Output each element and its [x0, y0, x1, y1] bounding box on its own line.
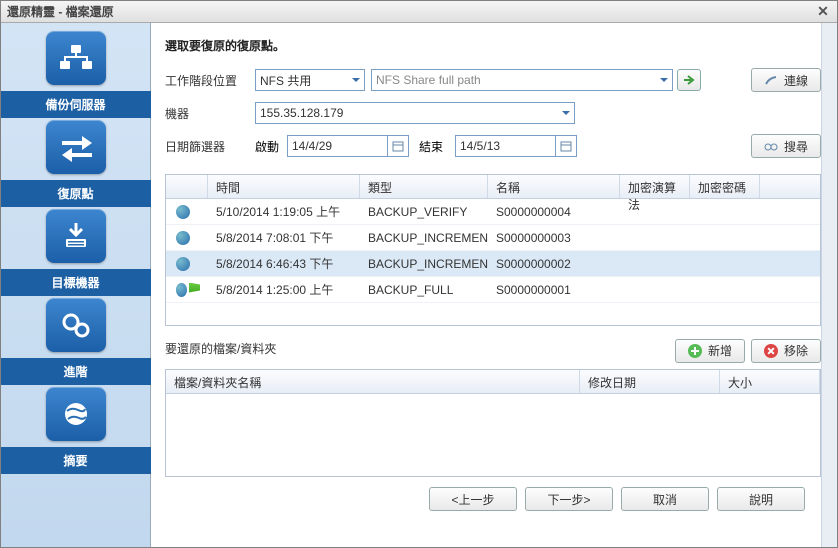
cell-type: BACKUP_VERIFY — [360, 205, 488, 219]
files-grid: 檔案/資料夾名稱 修改日期 大小 — [165, 369, 821, 477]
calendar-icon[interactable] — [387, 135, 409, 157]
globe-icon — [176, 257, 190, 271]
files-section-title: 要還原的檔案/資料夾 — [165, 340, 276, 357]
calendar-icon[interactable] — [555, 135, 577, 157]
content-area: 選取要復原的復原點。 工作階段位置 NFS 共用 NFS Share full … — [151, 23, 837, 547]
go-button[interactable] — [677, 69, 701, 91]
sidebar: 備份伺服器 復原點 目標機器 進階 — [1, 23, 151, 547]
wizard-footer: <上一步 下一步> 取消 說明 — [165, 477, 821, 523]
machine-label: 機器 — [165, 105, 255, 122]
globe-icon — [46, 387, 106, 441]
help-button[interactable]: 說明 — [717, 487, 805, 511]
cell-time: 5/8/2014 1:25:00 上午 — [208, 281, 360, 298]
stage-path-input[interactable]: NFS Share full path — [371, 69, 673, 91]
globe-icon — [176, 231, 190, 245]
binoculars-icon — [764, 140, 778, 152]
col-alg[interactable]: 加密演算法 — [620, 175, 690, 198]
end-date-input[interactable] — [455, 135, 555, 157]
table-row[interactable]: 5/8/2014 1:25:00 上午BACKUP_FULLS000000000… — [166, 277, 820, 303]
add-button[interactable]: 新增 — [675, 339, 745, 363]
stage-type-select[interactable]: NFS 共用 — [255, 69, 365, 91]
cell-name: S0000000003 — [488, 231, 620, 245]
table-row[interactable]: 5/8/2014 7:08:01 下午BACKUP_INCREMENTALS00… — [166, 225, 820, 251]
start-label: 啟動 — [255, 138, 287, 155]
arrows-icon — [46, 120, 106, 174]
cell-type: BACKUP_INCREMENTAL — [360, 231, 488, 245]
gears-icon — [46, 298, 106, 352]
col-modified[interactable]: 修改日期 — [580, 370, 720, 393]
sidebar-item-summary[interactable]: 摘要 — [11, 387, 141, 474]
date-filter-label: 日期篩選器 — [165, 138, 255, 155]
sidebar-label: 摘要 — [1, 447, 151, 474]
titlebar: 還原精靈 - 檔案還原 ✕ — [1, 1, 837, 23]
wizard-window: 還原精靈 - 檔案還原 ✕ 備份伺服器 復原點 目標機器 — [0, 0, 838, 548]
cancel-button[interactable]: 取消 — [621, 487, 709, 511]
x-icon — [764, 344, 778, 358]
page-heading: 選取要復原的復原點。 — [165, 37, 821, 54]
sidebar-label: 備份伺服器 — [1, 91, 151, 118]
cell-time: 5/10/2014 1:19:05 上午 — [208, 203, 360, 220]
flag-icon — [189, 283, 200, 293]
cell-type: BACKUP_FULL — [360, 283, 488, 297]
cell-type: BACKUP_INCREMENTAL — [360, 257, 488, 271]
cell-time: 5/8/2014 6:46:43 下午 — [208, 255, 360, 272]
arrow-right-icon — [682, 74, 696, 86]
network-icon — [46, 31, 106, 85]
col-time[interactable]: 時間 — [208, 175, 360, 198]
prev-button[interactable]: <上一步 — [429, 487, 517, 511]
start-date-input[interactable] — [287, 135, 387, 157]
globe-icon — [176, 283, 187, 297]
search-button[interactable]: 搜尋 — [751, 134, 821, 158]
connect-button[interactable]: 連線 — [751, 68, 821, 92]
remove-button[interactable]: 移除 — [751, 339, 821, 363]
machine-select[interactable]: 155.35.128.179 — [255, 102, 575, 124]
sidebar-item-advanced[interactable]: 進階 — [11, 298, 141, 385]
table-row[interactable]: 5/8/2014 6:46:43 下午BACKUP_INCREMENTALS00… — [166, 251, 820, 277]
stage-location-label: 工作階段位置 — [165, 72, 255, 89]
window-title: 還原精靈 - 檔案還原 — [7, 3, 114, 20]
sidebar-item-target-machine[interactable]: 目標機器 — [11, 209, 141, 296]
cell-name: S0000000002 — [488, 257, 620, 271]
close-icon[interactable]: ✕ — [815, 4, 831, 20]
col-pwd[interactable]: 加密密碼 — [690, 175, 760, 198]
restore-points-grid: 時間 類型 名稱 加密演算法 加密密碼 5/10/2014 1:19:05 上午… — [165, 174, 821, 326]
cell-name: S0000000004 — [488, 205, 620, 219]
vertical-scrollbar[interactable] — [821, 23, 837, 547]
grid-header: 時間 類型 名稱 加密演算法 加密密碼 — [166, 175, 820, 199]
sidebar-label: 進階 — [1, 358, 151, 385]
globe-icon — [176, 205, 190, 219]
cell-time: 5/8/2014 7:08:01 下午 — [208, 229, 360, 246]
col-name[interactable]: 名稱 — [488, 175, 620, 198]
col-type[interactable]: 類型 — [360, 175, 488, 198]
col-filename[interactable]: 檔案/資料夾名稱 — [166, 370, 580, 393]
cell-name: S0000000001 — [488, 283, 620, 297]
grid2-header: 檔案/資料夾名稱 修改日期 大小 — [166, 370, 820, 394]
download-icon — [46, 209, 106, 263]
sidebar-label: 復原點 — [1, 180, 151, 207]
end-label: 結束 — [419, 138, 455, 155]
table-row[interactable]: 5/10/2014 1:19:05 上午BACKUP_VERIFYS000000… — [166, 199, 820, 225]
plus-icon — [688, 344, 702, 358]
sidebar-label: 目標機器 — [1, 269, 151, 296]
sidebar-item-backup-server[interactable]: 備份伺服器 — [11, 31, 141, 118]
col-size[interactable]: 大小 — [720, 370, 820, 393]
plug-icon — [764, 74, 778, 86]
sidebar-item-restore-point[interactable]: 復原點 — [11, 120, 141, 207]
next-button[interactable]: 下一步> — [525, 487, 613, 511]
